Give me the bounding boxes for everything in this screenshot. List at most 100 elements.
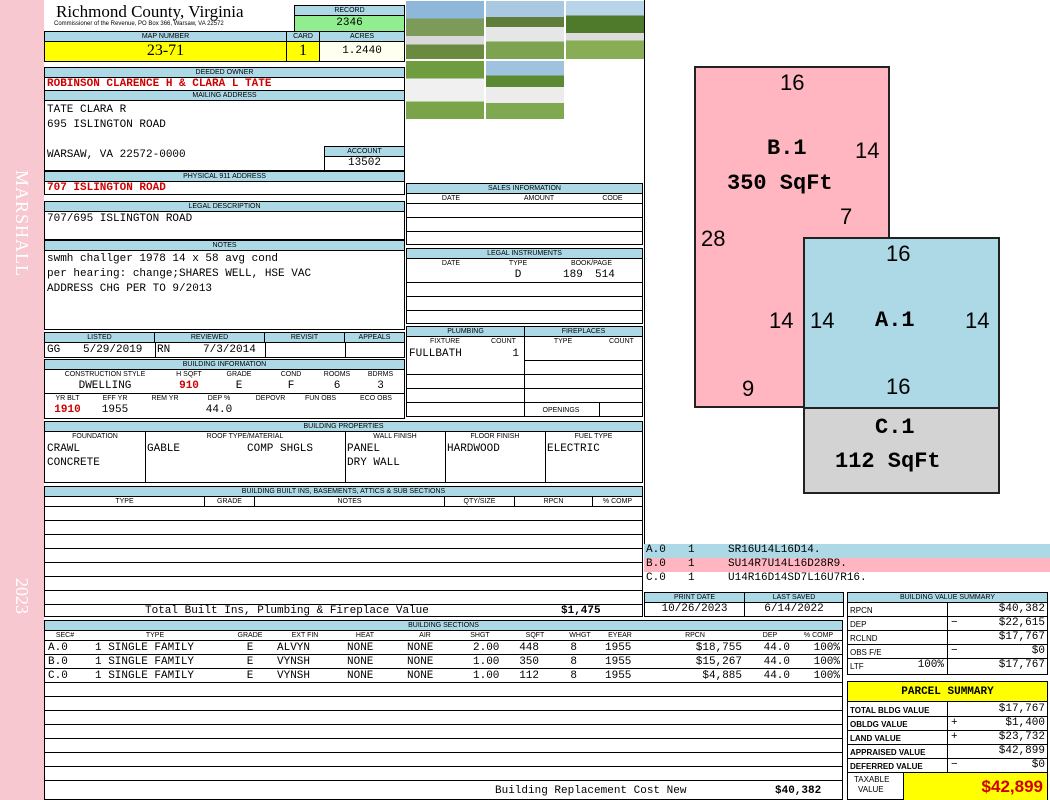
mailing-address-label: MAILING ADDRESS bbox=[45, 91, 404, 101]
mailing-line3: WARSAW, VA 22572-0000 bbox=[47, 149, 186, 161]
built-ins-label: BUILDING BUILT INS, BASEMENTS, ATTICS & … bbox=[45, 487, 642, 497]
record-label: RECORD bbox=[295, 6, 404, 16]
col-sec-extfin: EXT FIN bbox=[291, 632, 319, 639]
code-vector: SU14R7U14L16D28R9. bbox=[728, 558, 847, 570]
foundation-2: CONCRETE bbox=[47, 457, 100, 469]
last-saved-label: LAST SAVED bbox=[745, 593, 843, 603]
sketch-code-row: B.0 1 SU14R7U14L16D28R9. bbox=[644, 558, 1050, 572]
label-b-name: B.1 bbox=[767, 136, 807, 161]
col-sec-comp: % COMP bbox=[803, 632, 834, 639]
col-inst-book: BOOK/PAGE bbox=[570, 260, 613, 267]
dim-a-left: 14 bbox=[810, 308, 835, 333]
col-fuel-type: FUEL TYPE bbox=[574, 433, 613, 440]
lister: GG bbox=[47, 344, 61, 356]
col-fun-obs: FUN OBS bbox=[304, 395, 337, 402]
county-title: Richmond County, Virginia bbox=[56, 2, 244, 21]
legal-description-box: LEGAL DESCRIPTION 707/695 ISLINGTON ROAD bbox=[44, 201, 405, 240]
building-info-box: BUILDING INFORMATION CONSTRUCTION STYLE … bbox=[44, 359, 405, 419]
ps-obldg: $1,400 bbox=[1005, 717, 1045, 729]
col-bdrms: BDRMS bbox=[367, 371, 394, 378]
vs-ltf-pct: 100% bbox=[917, 659, 944, 671]
ps-taxable-label-1: TAXABLE bbox=[854, 775, 890, 784]
fixture-type: FULLBATH bbox=[409, 348, 462, 360]
col-sale-date: DATE bbox=[441, 195, 461, 202]
acres-box: ACRES 1.2440 bbox=[319, 31, 405, 62]
building-info-label: BUILDING INFORMATION bbox=[45, 360, 404, 370]
acres-value: 1.2440 bbox=[342, 45, 382, 57]
eff-yr-value: 1955 bbox=[101, 404, 129, 416]
col-sale-code: CODE bbox=[602, 195, 623, 202]
sales-label: SALES INFORMATION bbox=[407, 184, 642, 194]
col-sale-amount: AMOUNT bbox=[523, 195, 555, 202]
property-photo-1 bbox=[405, 0, 485, 60]
col-rooms: ROOMS bbox=[323, 371, 351, 378]
map-number-box: MAP NUMBER 23-71 bbox=[44, 31, 287, 62]
vs-dep: $22,615 bbox=[998, 617, 1045, 629]
dim-b-bottom: 9 bbox=[742, 376, 755, 401]
legal-instruments-label: LEGAL INSTRUMENTS bbox=[407, 249, 642, 259]
dep-pct-value: 44.0 bbox=[205, 404, 233, 416]
replacement-cost: $40,382 bbox=[775, 785, 822, 797]
sketch-code-row: A.0 1 SR16U14L16D14. bbox=[644, 544, 1050, 558]
mailing-line1: TATE CLARA R bbox=[47, 104, 127, 116]
inst-type: D bbox=[514, 269, 522, 281]
property-photo-4 bbox=[405, 60, 485, 120]
deeded-owner-box: DEEDED OWNER ROBINSON CLARENCE H & CLARA… bbox=[44, 67, 405, 91]
property-photo-2 bbox=[485, 0, 565, 60]
foundation-1: CRAWL bbox=[47, 443, 81, 455]
plumbing-label: PLUMBING bbox=[407, 327, 524, 337]
reviewed-label: REVIEWED bbox=[155, 333, 265, 343]
account-number: 13502 bbox=[347, 157, 381, 169]
code-num: 1 bbox=[688, 572, 695, 584]
legal-instruments-box: LEGAL INSTRUMENTS DATE TYPE BOOK/PAGE D … bbox=[406, 248, 643, 324]
sidebar bbox=[0, 0, 44, 800]
ps-bldg-label: TOTAL BLDG VALUE bbox=[850, 706, 930, 715]
mailing-address-box: MAILING ADDRESS TATE CLARA R 695 ISLINGT… bbox=[44, 90, 405, 171]
dim-b-left: 28 bbox=[701, 226, 726, 251]
col-bi-type: TYPE bbox=[45, 497, 205, 506]
yr-blt-value: 1910 bbox=[54, 404, 81, 416]
vs-ltf-label: LTF bbox=[850, 662, 864, 671]
ps-appraised: $42,899 bbox=[998, 745, 1045, 757]
property-photo-5 bbox=[485, 60, 565, 120]
plumbing-box: PLUMBING FIXTURE COUNT FULLBATH 1 bbox=[406, 326, 525, 417]
col-eff-yr: EFF YR bbox=[102, 395, 128, 402]
print-date: 10/26/2023 bbox=[661, 603, 728, 615]
fireplaces-box: FIREPLACES TYPE COUNT OPENINGS bbox=[524, 326, 643, 417]
acres-label: ACRES bbox=[320, 32, 404, 42]
built-ins-total-label: Total Built Ins, Plumbing & Fireplace Va… bbox=[145, 605, 429, 617]
ps-taxable-label-2: VALUE bbox=[858, 785, 884, 794]
col-sec-heat: HEAT bbox=[355, 632, 375, 639]
col-grade: GRADE bbox=[226, 371, 252, 378]
col-sec-dep: DEP bbox=[762, 632, 778, 639]
col-fixture: FIXTURE bbox=[430, 338, 460, 345]
col-bi-comp: % COMP bbox=[602, 498, 633, 505]
vs-ltf: $17,767 bbox=[998, 659, 1045, 671]
vs-obs-label: OBS F/E bbox=[850, 648, 882, 657]
dim-a-bottom: 16 bbox=[886, 374, 911, 399]
code-num: 1 bbox=[688, 544, 695, 556]
col-rem-yr: REM YR bbox=[151, 395, 179, 402]
wall-finish-2: DRY WALL bbox=[347, 457, 400, 469]
district-label: MARSHALL bbox=[12, 170, 32, 278]
ps-taxable: $42,899 bbox=[981, 777, 1043, 796]
bdrms-value: 3 bbox=[377, 380, 384, 392]
inst-page: 514 bbox=[595, 269, 615, 281]
ps-obldg-label: OBLDG VALUE bbox=[850, 720, 908, 729]
building-properties-label: BUILDING PROPERTIES bbox=[45, 422, 642, 432]
fireplaces-label: FIREPLACES bbox=[525, 327, 642, 337]
property-photo-3 bbox=[565, 0, 645, 60]
record-box: RECORD 2346 bbox=[294, 5, 405, 32]
replacement-cost-label: Building Replacement Cost New bbox=[495, 785, 687, 797]
col-bi-notes: NOTES bbox=[255, 497, 445, 506]
col-fp-count: COUNT bbox=[609, 338, 634, 345]
rooms-value: 6 bbox=[333, 380, 341, 392]
col-bi-qty: QTY/SIZE bbox=[445, 497, 515, 506]
reviewed-date: 7/3/2014 bbox=[203, 344, 256, 356]
card-box: CARD 1 bbox=[286, 31, 320, 62]
card-number: 1 bbox=[299, 42, 307, 59]
commissioner-address: Commissioner of the Revenue, PO Box 366,… bbox=[54, 21, 224, 27]
built-ins-total: $1,475 bbox=[561, 605, 601, 617]
sketch-panel: 16 B.1 14 350 SqFt 7 28 9 16 14 14 A.1 1… bbox=[644, 0, 1050, 545]
reviewer: RN bbox=[157, 344, 171, 356]
